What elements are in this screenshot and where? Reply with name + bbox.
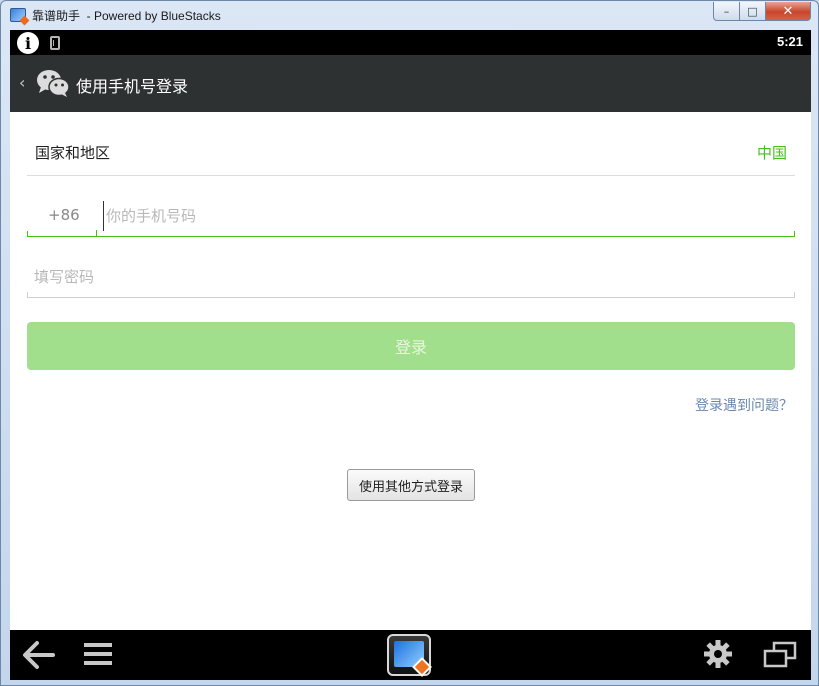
back-chevron-icon[interactable]: ‹ [19, 73, 25, 92]
wechat-icon[interactable] [36, 68, 70, 98]
app-logo-icon [10, 8, 26, 22]
status-bar: i 5:21 [10, 30, 811, 55]
menu-icon[interactable] [84, 641, 112, 667]
region-label: 国家和地区 [35, 144, 111, 162]
info-icon[interactable]: i [17, 32, 39, 54]
password-row [27, 260, 795, 298]
region-value[interactable]: 中国 [757, 142, 787, 163]
phone-row: +86 [27, 200, 795, 237]
emulator-window: 靠谱助手 - Powered by BlueStacks – □ ✕ i 5:2… [0, 0, 819, 686]
login-trouble-link[interactable]: 登录遇到问题？ [695, 395, 793, 415]
region-selector[interactable]: 国家和地区 中国 [27, 112, 795, 176]
window-controls: – □ ✕ [713, 2, 811, 21]
settings-gear-icon[interactable] [703, 639, 733, 669]
window-titlebar[interactable]: 靠谱助手 - Powered by BlueStacks – □ ✕ [1, 1, 818, 29]
window-title: 靠谱助手 - Powered by BlueStacks [32, 9, 221, 23]
window-switch-icon[interactable] [763, 641, 797, 669]
back-arrow-icon[interactable] [22, 639, 56, 671]
country-code[interactable]: +86 [48, 206, 80, 224]
country-code-divider [96, 230, 97, 236]
password-input[interactable] [34, 262, 774, 292]
status-clock: 5:21 [776, 34, 803, 49]
login-button[interactable]: 登录 [27, 322, 795, 370]
android-screen: i 5:21 ‹ 使用手机号登录 国家和地区 中国 +86 你的手机号码 登录 … [10, 30, 811, 680]
phone-number-input[interactable] [103, 201, 783, 231]
page-title: 使用手机号登录 [76, 77, 189, 96]
close-button[interactable]: ✕ [766, 2, 811, 21]
navigation-bar [10, 630, 811, 680]
action-bar: ‹ 使用手机号登录 [10, 55, 811, 112]
other-login-methods-button[interactable]: 使用其他方式登录 [347, 469, 475, 501]
minimize-button[interactable]: – [713, 2, 740, 21]
maximize-button[interactable]: □ [740, 2, 766, 21]
phone-notification-icon [50, 36, 60, 50]
bluestacks-home-icon[interactable] [387, 634, 432, 677]
